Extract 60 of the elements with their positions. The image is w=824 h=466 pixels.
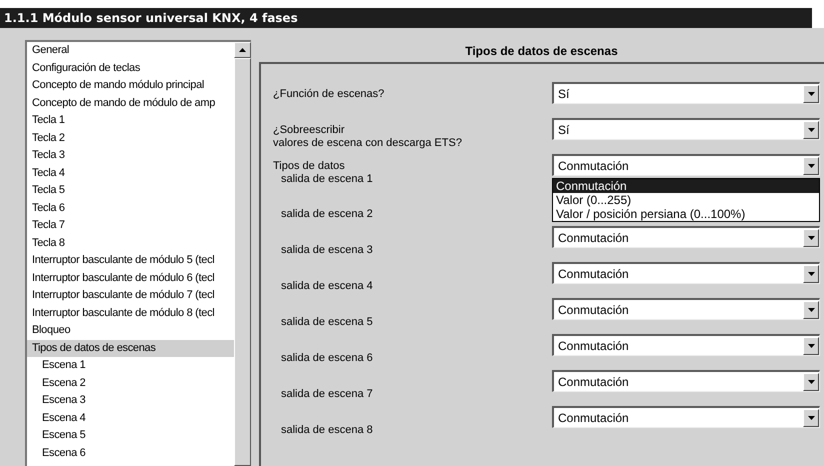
field-label: salida de escena 3	[280, 243, 373, 257]
dropdown[interactable]: Conmutación	[552, 226, 820, 248]
panel-title: Tipos de datos de escenas	[465, 43, 618, 60]
window-title: 1.1.1 Módulo sensor universal KNX, 4 fases	[4, 10, 298, 27]
dropdown[interactable]: Conmutación	[552, 370, 820, 392]
caret-icon	[808, 128, 814, 132]
field-label: salida de escena 7	[280, 387, 373, 401]
tree-item[interactable]: Tecla 1	[27, 112, 234, 130]
tree-item[interactable]: Escena 2	[27, 374, 234, 392]
field-label: salida de escena 6	[280, 351, 373, 365]
dropdown[interactable]: Conmutación	[552, 154, 820, 176]
dropdown[interactable]: Conmutación	[552, 334, 820, 356]
field-label: salida de escena 2	[280, 207, 373, 221]
tree-item[interactable]: Escena 6	[27, 444, 234, 462]
tree-item[interactable]: Interruptor basculante de módulo 6 (tecl	[27, 270, 234, 287]
tree-item[interactable]: Interruptor basculante de módulo 7 (tecl	[27, 287, 234, 304]
tree-item[interactable]: Escena 5	[27, 427, 234, 444]
tree-item[interactable]: Tecla 5	[27, 182, 234, 200]
scroll-up-icon[interactable]	[239, 48, 246, 52]
field-label: salida de escena 8	[280, 423, 373, 437]
caret-icon	[808, 344, 814, 348]
dropdown-option[interactable]: Valor (0...255)	[553, 193, 819, 207]
tree-item[interactable]: Concepto de mando de módulo de amp	[27, 94, 234, 112]
tree-item[interactable]: Escena 3	[27, 392, 234, 410]
field-label: ¿Sobreescribir valores de escena con descarga ETS?	[273, 124, 462, 150]
field-label: salida de escena 1	[280, 173, 373, 186]
dropdown[interactable]: Conmutación	[552, 262, 820, 284]
tree-item[interactable]: Escena 1	[27, 357, 234, 374]
tree-item[interactable]: Configuración de teclas	[27, 60, 234, 77]
caret-icon	[808, 272, 814, 276]
field-label: salida de escena 4	[280, 279, 373, 293]
tree-item[interactable]: Tecla 6	[27, 200, 234, 217]
caret-icon	[808, 164, 814, 168]
tree-item[interactable]: Tecla 8	[27, 234, 234, 252]
caret-icon	[808, 236, 814, 240]
dropdown-option[interactable]: Valor / posición persiana (0...100%)	[553, 207, 819, 221]
dropdown[interactable]: Sí	[552, 82, 820, 104]
tree-item[interactable]: Concepto de mando módulo principal	[27, 77, 234, 94]
dropdown[interactable]: Conmutación	[552, 406, 820, 428]
tree-item[interactable]: Bloqueo	[27, 322, 234, 340]
dropdown[interactable]: Conmutación	[552, 298, 820, 320]
caret-icon	[808, 380, 814, 384]
caret-icon	[808, 308, 814, 312]
tree-item[interactable]: Tecla 2	[27, 130, 234, 147]
section-label: Tipos de datos	[273, 160, 346, 173]
tree-item[interactable]: Tipos de datos de escenas	[27, 340, 234, 357]
dropdown-option[interactable]: Conmutación	[553, 179, 819, 193]
tree-item[interactable]: Interruptor basculante de módulo 8 (tecl	[27, 304, 234, 322]
field-label: salida de escena 5	[280, 315, 373, 329]
caret-icon	[808, 416, 814, 420]
tree-item[interactable]: Tecla 3	[27, 147, 234, 164]
tree-item[interactable]: Escena 4	[27, 410, 234, 427]
dropdown[interactable]: Sí	[552, 118, 820, 140]
tree-item[interactable]: Interruptor basculante de módulo 5 (tecl	[27, 252, 234, 270]
scrollbar[interactable]	[234, 42, 251, 466]
caret-icon	[808, 92, 814, 96]
tree-item[interactable]: Tecla 4	[27, 164, 234, 182]
tree-item[interactable]: Tecla 7	[27, 217, 234, 234]
field-label: ¿Función de escenas?	[273, 88, 384, 101]
tree-item[interactable]: General	[27, 42, 234, 60]
